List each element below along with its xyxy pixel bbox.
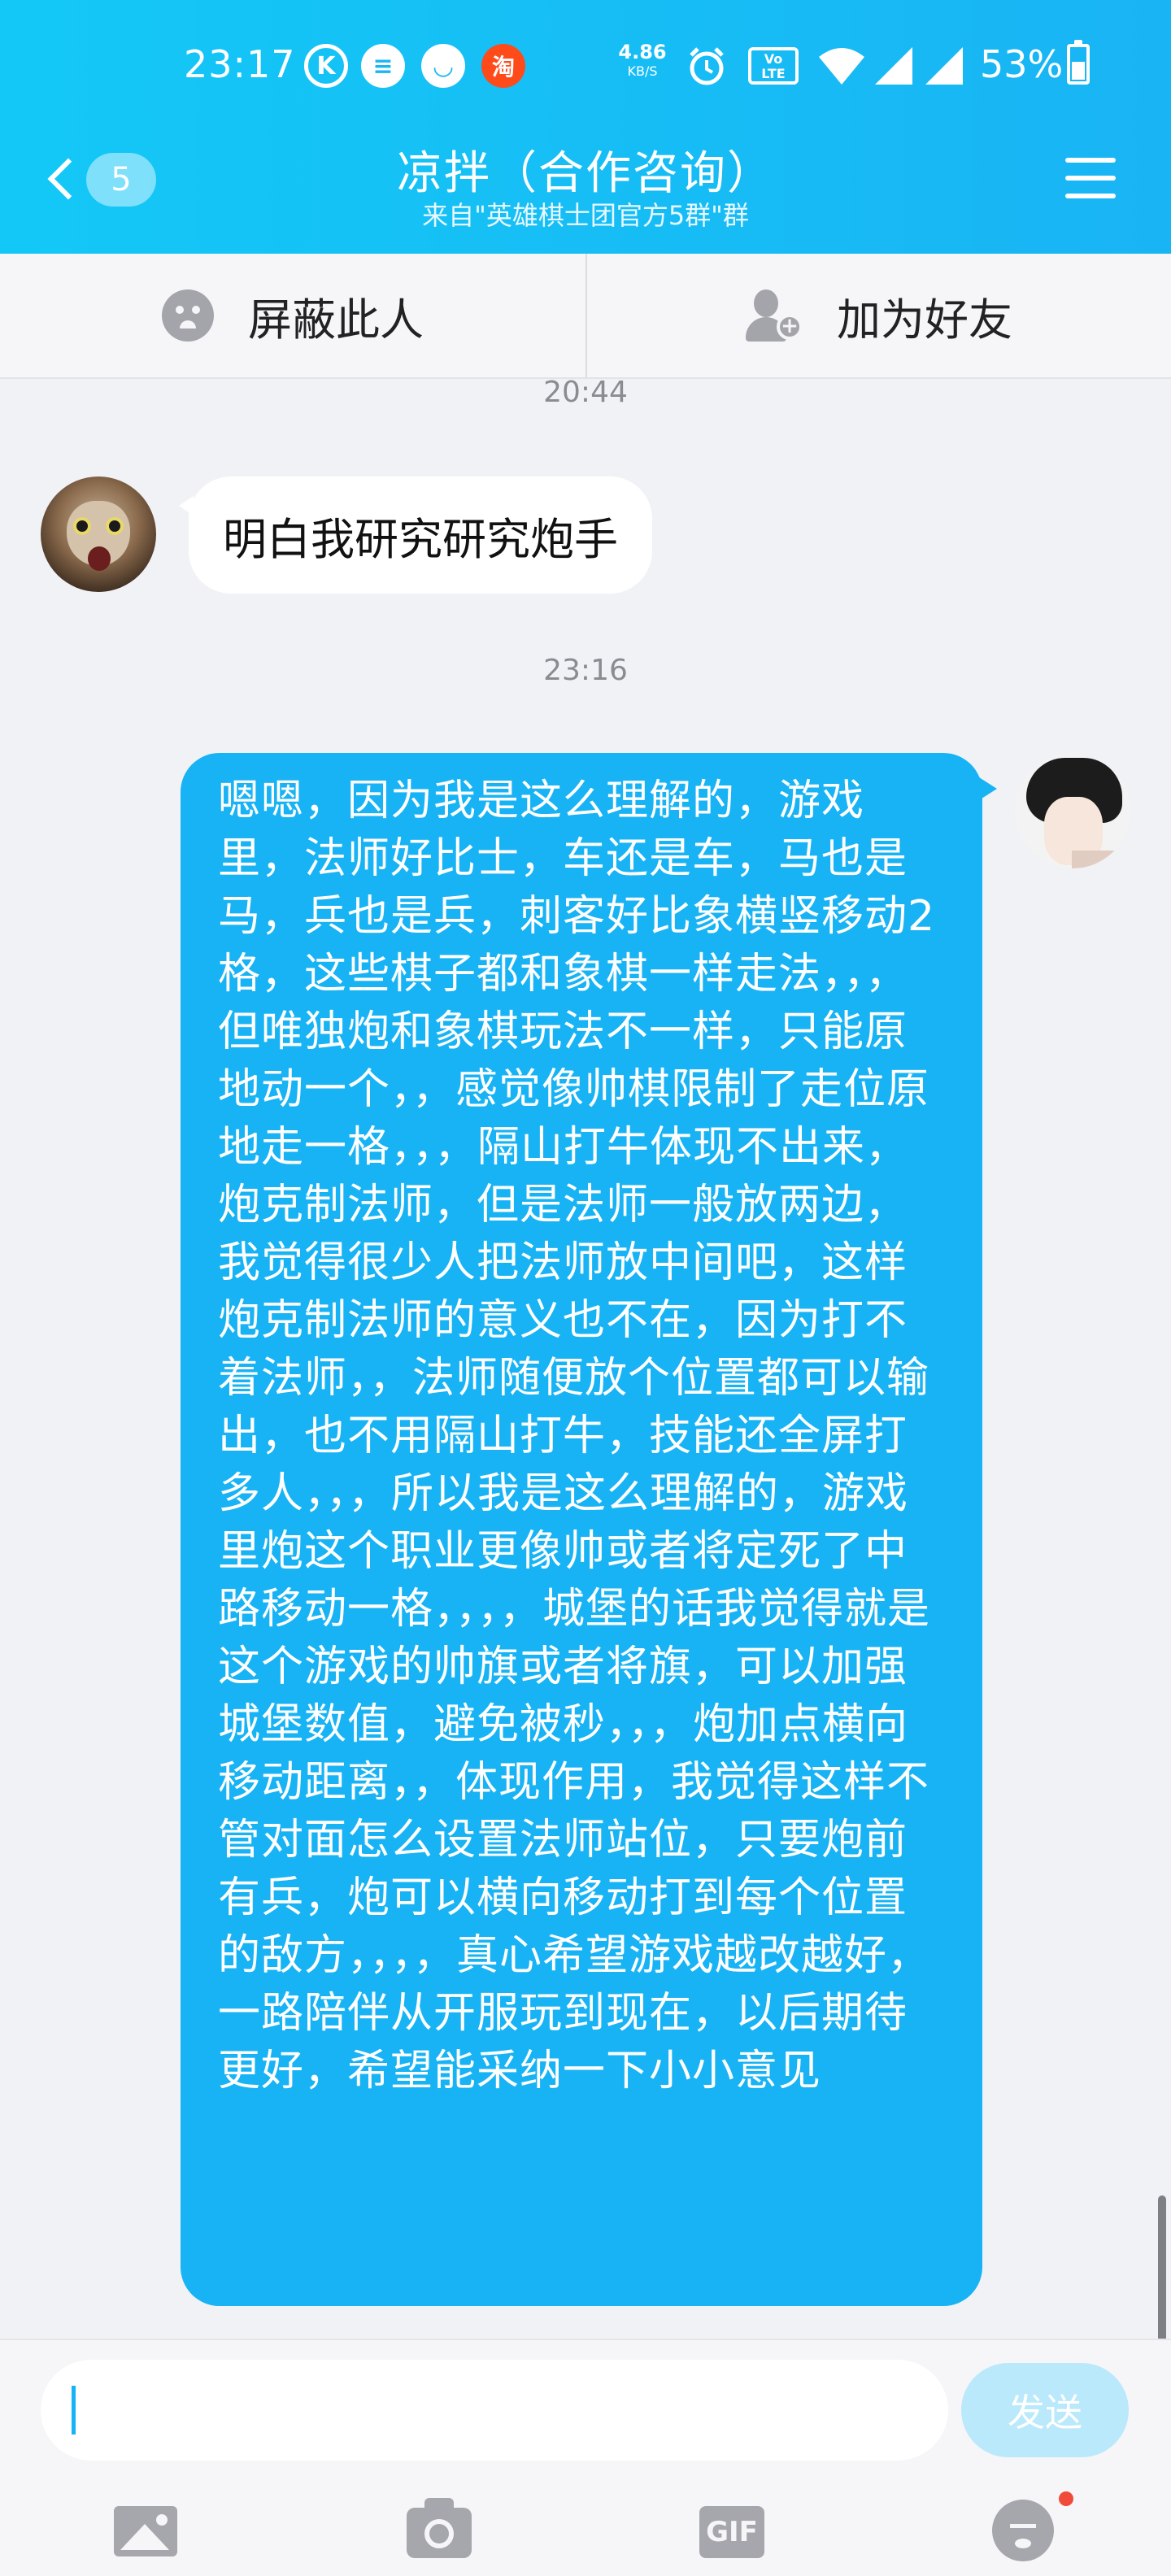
volte-icon: Vo LTE [748, 47, 799, 85]
send-button[interactable]: 发送 [961, 2363, 1129, 2457]
chat-title: 凉拌（合作咨询） [397, 147, 774, 200]
smile-icon: ◡ [421, 44, 465, 88]
alarm-icon [690, 47, 724, 85]
my-avatar[interactable] [1015, 753, 1130, 868]
status-time: 23:17 [184, 42, 296, 86]
menu-icon[interactable] [1065, 158, 1116, 203]
action-bar: 屏蔽此人 + 加为好友 [0, 254, 1171, 379]
message-timestamp: 20:44 [543, 376, 628, 409]
incoming-message-text: 明白我研究研究炮手 [223, 513, 618, 565]
gif-icon[interactable]: GIF [699, 2506, 764, 2558]
scrollbar-thumb[interactable] [1158, 2195, 1166, 2342]
chat-subtitle: 来自"英雄棋士团官方5群"群 [422, 200, 749, 231]
add-friend-button[interactable]: + 加为好友 [586, 254, 1171, 377]
chat-header: 23:17 K ≡ ◡ 淘 4.86 KB/S Vo LTE 53% 5 凉拌（… [0, 0, 1171, 254]
outgoing-message-text: 嗯嗯，因为我是这么理解的，游戏里，法师好比士，车还是车，马也是马，兵也是兵，刺客… [218, 777, 936, 2095]
add-friend-icon: + [746, 289, 803, 342]
k-icon: K [304, 44, 348, 88]
incoming-message-bubble[interactable]: 明白我研究研究炮手 [179, 476, 652, 594]
wifi-icon [819, 48, 864, 85]
message-input[interactable] [41, 2360, 948, 2461]
status-bar: 23:17 K ≡ ◡ 淘 4.86 KB/S Vo LTE 53% [0, 0, 1171, 130]
emoji-icon[interactable] [992, 2500, 1054, 2561]
battery-icon [1067, 40, 1090, 85]
taobao-icon: 淘 [481, 44, 525, 88]
message-bubble-icon: ≡ [361, 44, 405, 88]
input-area: 发送 GIF [0, 2339, 1171, 2576]
add-friend-label: 加为好友 [837, 294, 1012, 346]
message-timestamp: 23:16 [543, 654, 628, 687]
battery-percent: 53% [980, 42, 1064, 86]
network-speed-unit: KB/S [627, 63, 658, 79]
image-icon[interactable] [114, 2506, 177, 2556]
camera-icon[interactable] [407, 2498, 472, 2558]
sender-avatar[interactable] [41, 476, 156, 592]
battery-fill [1072, 61, 1085, 80]
signal-icon-2 [925, 47, 963, 85]
block-user-label: 屏蔽此人 [248, 294, 424, 346]
network-speed-value: 4.86 [618, 41, 667, 63]
network-speed: 4.86 KB/S [618, 42, 667, 78]
block-user-button[interactable]: 屏蔽此人 [0, 254, 586, 377]
outgoing-message-bubble[interactable]: 嗯嗯，因为我是这么理解的，游戏里，法师好比士，车还是车，马也是马，兵也是兵，刺客… [181, 753, 997, 2306]
block-icon [162, 289, 214, 342]
signal-icon-1 [875, 47, 912, 85]
text-cursor [72, 2386, 76, 2435]
notification-dot [1059, 2491, 1073, 2506]
